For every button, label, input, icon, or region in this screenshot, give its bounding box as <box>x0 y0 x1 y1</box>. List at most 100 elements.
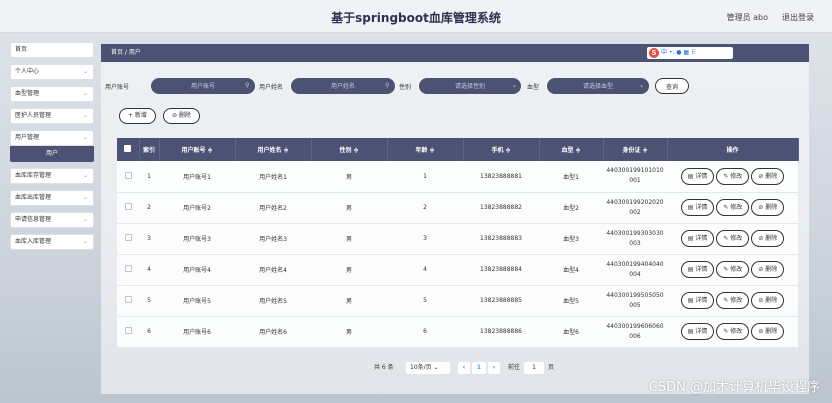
table-header: 索引 用户账号 ≑ 用户姓名 ≑ 性别 ≑ 年龄 ≑ 手机 ≑ 血型 ≑ 身份证… <box>117 138 799 161</box>
add-button[interactable]: + 新增 <box>119 108 156 124</box>
sidebar-item-label: 用户管理 <box>15 134 40 141</box>
row-checkbox[interactable] <box>124 296 132 303</box>
sidebar-item[interactable]: 申请信息管理 ⌄ <box>10 212 94 228</box>
idcard-line-2: 006 <box>629 332 641 340</box>
sidebar-subitem-user[interactable]: 用户 <box>10 146 94 162</box>
sidebar-item-label: 医护人员管理 <box>15 112 52 119</box>
cell-age: 1 <box>387 161 463 193</box>
cell-ops: ▤ 详情 ✎ 修改 ⊘ 删除 <box>667 223 798 255</box>
delete-button[interactable]: ⊘ 删除 <box>751 323 785 340</box>
cell-idcard: 440300199101010 001 <box>603 161 667 193</box>
delete-button[interactable]: ⊘ 删除 <box>751 167 785 185</box>
row-select-cell[interactable] <box>117 316 139 348</box>
col-account[interactable]: 用户账号 ≑ <box>159 138 236 161</box>
row-select-cell[interactable] <box>117 254 139 286</box>
cell-index: 4 <box>139 254 159 286</box>
row-select-cell[interactable] <box>117 161 139 193</box>
row-checkbox[interactable] <box>124 203 132 210</box>
edit-button[interactable]: ✎ 修改 <box>716 323 750 340</box>
row-checkbox[interactable] <box>124 265 132 272</box>
edit-button[interactable]: ✎ 修改 <box>716 167 750 185</box>
select-all-checkbox[interactable] <box>124 145 132 152</box>
sidebar-item[interactable]: 血型管理 ⌄ <box>10 86 94 102</box>
idcard-line-1: 440300199404040 <box>606 260 664 268</box>
cell-phone: 13823888883 <box>463 223 539 255</box>
blood-select[interactable] <box>547 78 649 94</box>
page-size-select[interactable]: 10条/页 ⌄ <box>406 362 450 374</box>
search-row: 用户账号 ⚲ 用户姓名 ⚲ 性别 ⌄ 血型 ⌄ 查询 <box>101 78 809 94</box>
cell-idcard: 440300199404040 004 <box>603 254 667 286</box>
logout-link[interactable]: 退出登录 <box>782 12 814 23</box>
search-icon: ⚲ <box>245 82 250 89</box>
edit-button[interactable]: ✎ 修改 <box>716 261 750 278</box>
row-select-cell[interactable] <box>117 223 139 255</box>
row-select-cell[interactable] <box>117 285 139 317</box>
col-gender[interactable]: 性别 ≑ <box>311 138 388 161</box>
sidebar-item-label: 血型管理 <box>15 90 40 97</box>
batch-delete-button[interactable]: ⊘ 删除 <box>163 108 200 124</box>
gender-label: 性别 <box>399 84 412 91</box>
col-idcard[interactable]: 身份证 ≑ <box>603 138 668 161</box>
name-input[interactable] <box>291 78 395 94</box>
sidebar-item[interactable]: 血库出库管理 ⌄ <box>10 190 94 206</box>
sidebar-item[interactable]: 血库库存管理 ⌄ <box>10 168 94 184</box>
goto-input[interactable]: 1 <box>524 362 544 374</box>
idcard-line-1: 440300199606060 <box>606 322 664 330</box>
col-age[interactable]: 年龄 ≑ <box>387 138 464 161</box>
sidebar-item[interactable]: 首页 <box>10 42 94 58</box>
delete-button[interactable]: ⊘ 删除 <box>751 230 785 247</box>
prev-page-button[interactable]: ‹ <box>458 362 470 374</box>
gender-select[interactable] <box>419 78 521 94</box>
cell-idcard: 440300199303030 003 <box>603 223 667 255</box>
sidebar-item[interactable]: 血库入库管理 ⌄ <box>10 234 94 250</box>
col-phone[interactable]: 手机 ≑ <box>463 138 540 161</box>
row-checkbox[interactable] <box>124 234 132 241</box>
search-button[interactable]: 查询 <box>655 78 689 94</box>
cell-index: 1 <box>139 161 159 193</box>
idcard-line-2: 005 <box>629 301 641 309</box>
cell-blood: 血型5 <box>539 285 603 317</box>
cell-idcard: 440300199202020 002 <box>603 192 667 224</box>
col-index: 索引 <box>139 138 160 161</box>
sidebar-item[interactable]: 医护人员管理 ⌄ <box>10 108 94 124</box>
row-checkbox[interactable] <box>124 327 132 334</box>
edit-button[interactable]: ✎ 修改 <box>716 230 750 247</box>
table-row: 5 用户账号5 用户姓名5 男 5 13823888885 血型5 4403001995050… <box>117 285 798 317</box>
detail-button[interactable]: ▤ 详情 <box>680 261 715 278</box>
cell-phone: 13823888881 <box>463 161 539 193</box>
cell-age: 5 <box>387 285 463 317</box>
row-select-cell[interactable] <box>117 192 139 224</box>
account-input[interactable] <box>151 78 255 94</box>
col-blood[interactable]: 血型 ≑ <box>539 138 604 161</box>
detail-button[interactable]: ▤ 详情 <box>680 199 715 216</box>
edit-button[interactable]: ✎ 修改 <box>716 199 750 216</box>
next-page-button[interactable]: › <box>488 362 500 374</box>
row-checkbox[interactable] <box>124 171 132 179</box>
col-name[interactable]: 用户姓名 ≑ <box>235 138 312 161</box>
detail-button[interactable]: ▤ 详情 <box>680 230 715 247</box>
delete-button[interactable]: ⊘ 删除 <box>751 292 785 309</box>
chevron-down-icon: ⌄ <box>82 112 88 119</box>
sidebar-item[interactable]: 用户管理 ⌄ <box>10 130 94 146</box>
delete-button[interactable]: ⊘ 删除 <box>751 261 785 278</box>
cell-phone: 13823888884 <box>463 254 539 286</box>
idcard-line-2: 004 <box>629 270 641 278</box>
detail-button[interactable]: ▤ 详情 <box>680 167 715 185</box>
table-row: 2 用户账号2 用户姓名2 男 2 13823888882 血型2 4403001992020… <box>117 192 798 224</box>
sidebar-item[interactable]: 个人中心 ⌄ <box>10 64 94 80</box>
select-all-cell[interactable] <box>117 138 140 161</box>
idcard-line-1: 440300199505050 <box>606 291 664 299</box>
cell-phone: 13823888885 <box>463 285 539 317</box>
cell-name: 用户姓名1 <box>235 161 311 193</box>
ime-toolbar[interactable]: S 中 •, ● ▦ ⠿ <box>647 47 733 59</box>
blood-label: 血型 <box>527 84 540 91</box>
delete-button[interactable]: ⊘ 删除 <box>751 199 785 216</box>
detail-button[interactable]: ▤ 详情 <box>680 292 715 309</box>
cell-idcard: 440300199505050 005 <box>603 285 667 317</box>
current-page[interactable]: 1 <box>472 362 486 374</box>
cell-age: 3 <box>387 223 463 255</box>
cell-ops: ▤ 详情 ✎ 修改 ⊘ 删除 <box>667 192 798 224</box>
edit-button[interactable]: ✎ 修改 <box>716 292 750 309</box>
detail-button[interactable]: ▤ 详情 <box>680 323 715 340</box>
idcard-line-2: 003 <box>629 239 641 247</box>
